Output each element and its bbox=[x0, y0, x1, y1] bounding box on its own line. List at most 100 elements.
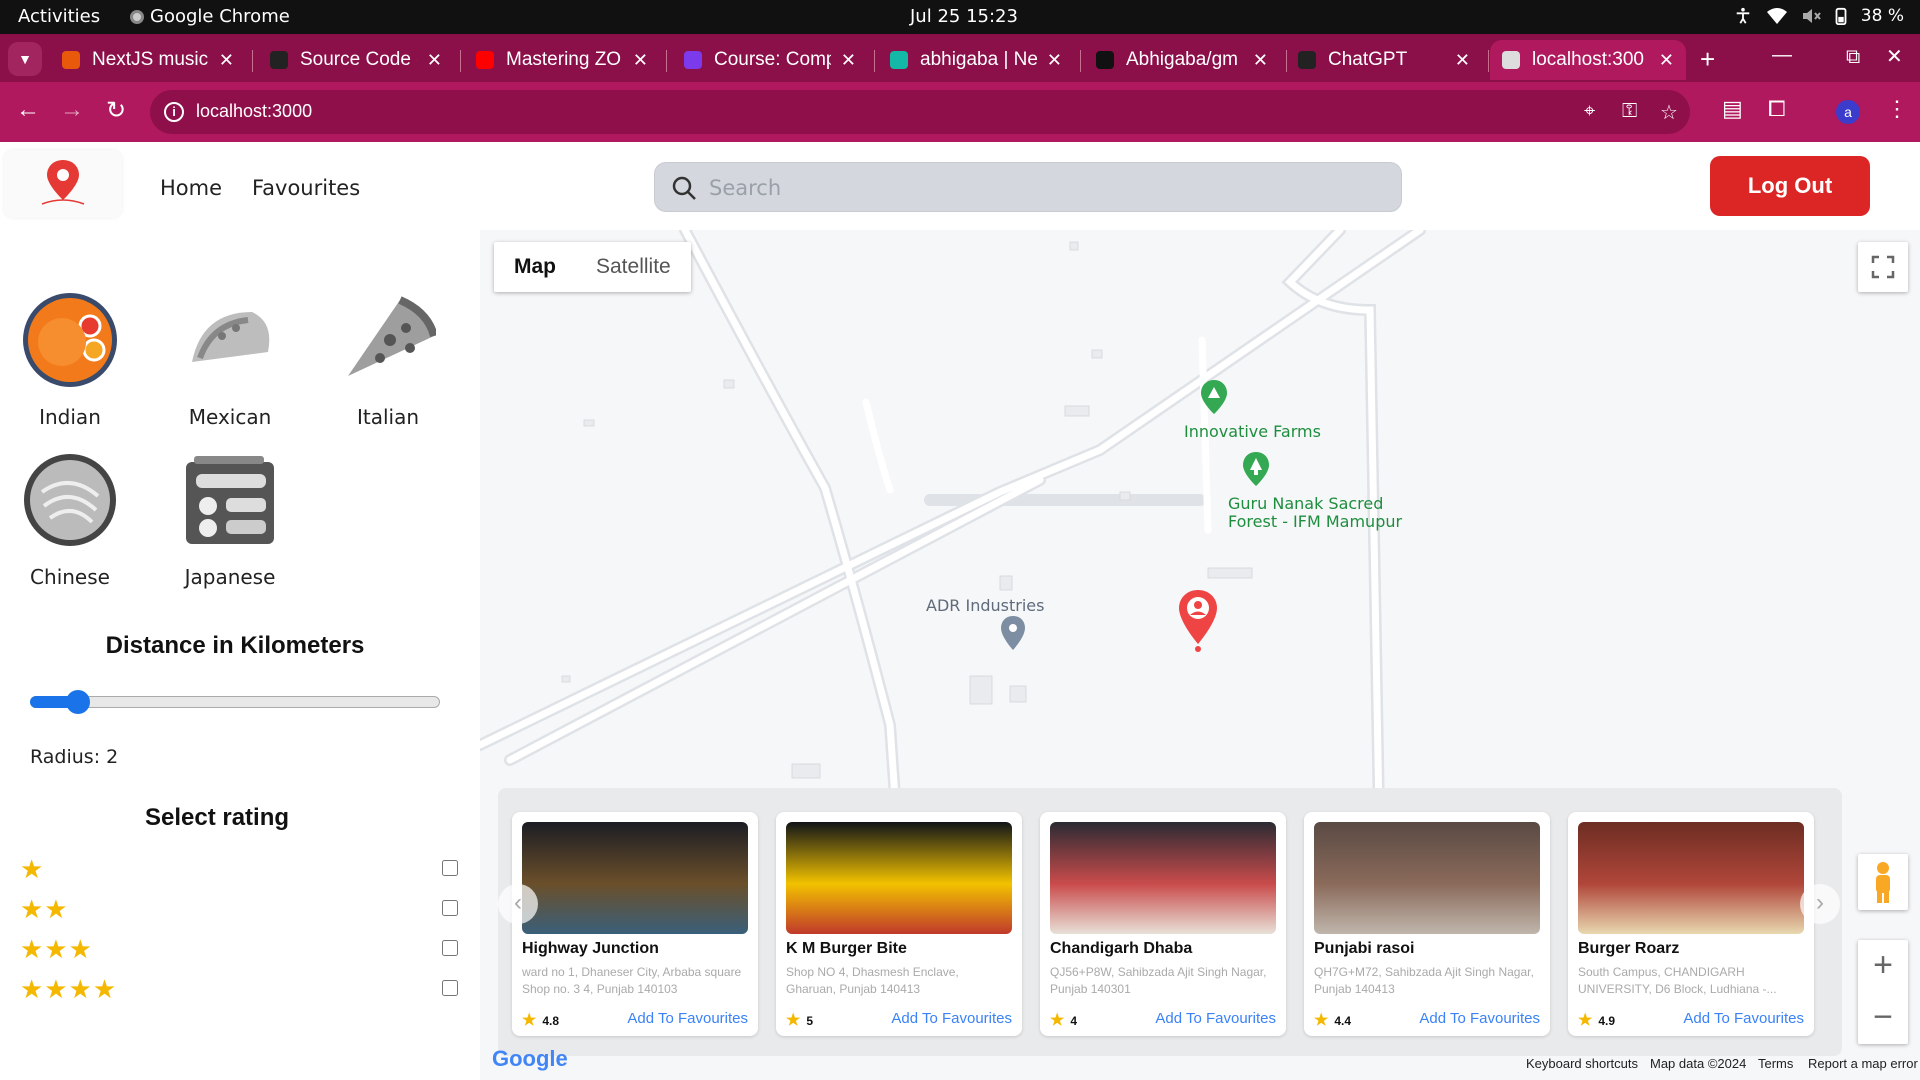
close-window-button[interactable]: ✕ bbox=[1886, 44, 1903, 69]
map-pin-logo-icon bbox=[41, 160, 85, 205]
zoom-control: + − bbox=[1858, 940, 1908, 1044]
keyboard-shortcuts-link[interactable]: Keyboard shortcuts bbox=[1526, 1056, 1638, 1071]
park-marker-icon[interactable] bbox=[1200, 380, 1228, 414]
app-menu[interactable]: Google Chrome bbox=[130, 6, 290, 27]
activities-button[interactable]: Activities bbox=[18, 6, 100, 27]
add-to-favourites-link[interactable]: Add To Favourites bbox=[891, 1010, 1012, 1027]
distance-slider-track[interactable] bbox=[30, 696, 440, 708]
site-info-icon[interactable]: i bbox=[164, 102, 184, 122]
browser-tab[interactable]: NextJS music ✕ bbox=[50, 40, 246, 80]
tab-close-icon[interactable]: ✕ bbox=[1047, 50, 1062, 71]
extensions-icon[interactable]: ⧠ bbox=[1768, 96, 1786, 122]
profile-avatar[interactable]: a bbox=[1836, 100, 1860, 124]
tab-close-icon[interactable]: ✕ bbox=[219, 50, 234, 71]
add-to-favourites-link[interactable]: Add To Favourites bbox=[1155, 1010, 1276, 1027]
tab-title: NextJS music bbox=[92, 49, 209, 70]
rating-checkbox-4[interactable] bbox=[442, 980, 458, 996]
poi-label-forest-line2[interactable]: Forest - IFM Mamupur bbox=[1228, 512, 1402, 531]
reload-button[interactable]: ↻ bbox=[100, 96, 132, 125]
tab-close-icon[interactable]: ✕ bbox=[841, 50, 856, 71]
category-chinese[interactable]: Chinese bbox=[0, 452, 140, 589]
browser-tab[interactable]: localhost:300 ✕ bbox=[1490, 40, 1686, 80]
restaurant-card[interactable]: Highway Junction ward no 1, Dhaneser City… bbox=[512, 812, 758, 1036]
system-tray[interactable]: 38 % bbox=[1733, 6, 1904, 26]
rating-option-3[interactable]: ★★★ bbox=[20, 934, 460, 964]
restaurant-address: ward no 1, Dhaneser City, Arbaba square … bbox=[522, 965, 742, 996]
browser-tab[interactable]: Source Code - ✕ bbox=[258, 40, 454, 80]
tab-favicon-icon bbox=[62, 51, 80, 69]
add-to-favourites-link[interactable]: Add To Favourites bbox=[1419, 1010, 1540, 1027]
reading-list-icon[interactable]: ▤ bbox=[1722, 96, 1743, 122]
search-input[interactable] bbox=[709, 171, 1369, 205]
bookmark-star-icon[interactable]: ☆ bbox=[1660, 100, 1678, 125]
restaurant-card[interactable]: K M Burger Bite Shop NO 4, Dhasmesh Encla… bbox=[776, 812, 1022, 1036]
toolbar: ← → ↻ i localhost:3000 ⌖ ⚿ ☆ ▤ ⧠ a ⋮ bbox=[0, 82, 1920, 142]
app-logo[interactable] bbox=[4, 150, 122, 218]
forward-button[interactable]: → bbox=[56, 96, 88, 124]
category-indian[interactable]: Indian bbox=[0, 292, 140, 429]
new-tab-button[interactable]: + bbox=[1700, 44, 1715, 75]
restaurant-card[interactable]: Punjabi rasoi QH7G+M72, Sahibzada Ajit Si… bbox=[1304, 812, 1550, 1036]
zoom-in-button[interactable]: + bbox=[1858, 940, 1908, 992]
tab-close-icon[interactable]: ✕ bbox=[427, 50, 442, 71]
zoom-out-button[interactable]: − bbox=[1858, 992, 1908, 1044]
carousel-next-button[interactable]: › bbox=[1800, 884, 1840, 924]
location-icon[interactable]: ⌖ bbox=[1584, 100, 1595, 123]
rating-checkbox-1[interactable] bbox=[442, 860, 458, 876]
category-mexican[interactable]: Mexican bbox=[160, 292, 300, 429]
tab-search-button[interactable]: ▼ bbox=[8, 42, 42, 76]
rating-option-1[interactable]: ★ bbox=[20, 854, 460, 884]
industry-marker-icon[interactable] bbox=[1000, 616, 1026, 650]
restaurant-card[interactable]: Burger Roarz South Campus, CHANDIGARH UNI… bbox=[1568, 812, 1814, 1036]
sushi-icon bbox=[186, 456, 274, 544]
restore-button[interactable]: ⧉ bbox=[1846, 46, 1860, 69]
category-japanese[interactable]: Japanese bbox=[160, 452, 300, 589]
restaurant-address: South Campus, CHANDIGARH UNIVERSITY, D6 … bbox=[1578, 965, 1777, 996]
rating-option-2[interactable]: ★★ bbox=[20, 894, 460, 924]
rating-option-4[interactable]: ★★★★ bbox=[20, 974, 460, 1004]
browser-tab[interactable]: Course: Comp ✕ bbox=[672, 40, 868, 80]
battery-percent: 38 % bbox=[1860, 6, 1904, 26]
map-type-map-button[interactable]: Map bbox=[494, 242, 576, 292]
terms-link[interactable]: Terms bbox=[1758, 1056, 1793, 1071]
tab-close-icon[interactable]: ✕ bbox=[633, 50, 648, 71]
browser-tab[interactable]: abhigaba | Ne ✕ bbox=[878, 40, 1074, 80]
fullscreen-icon bbox=[1871, 255, 1895, 279]
browser-tab[interactable]: ChatGPT ✕ bbox=[1286, 40, 1482, 80]
back-button[interactable]: ← bbox=[12, 96, 44, 124]
category-italian[interactable]: Italian bbox=[318, 292, 458, 429]
add-to-favourites-link[interactable]: Add To Favourites bbox=[1683, 1010, 1804, 1027]
poi-label-farms[interactable]: Innovative Farms bbox=[1184, 422, 1321, 441]
distance-slider-thumb[interactable] bbox=[66, 690, 90, 714]
nav-home[interactable]: Home bbox=[160, 176, 222, 200]
tab-title: Course: Comp bbox=[714, 49, 831, 70]
chrome-menu-icon[interactable]: ⋮ bbox=[1886, 96, 1908, 122]
clock[interactable]: Jul 25 15:23 bbox=[910, 6, 1018, 27]
street-view-pegman[interactable] bbox=[1858, 854, 1908, 910]
app-header: Home Favourites Log Out bbox=[0, 142, 1920, 230]
minimize-button[interactable]: — bbox=[1772, 44, 1792, 67]
carousel-prev-button[interactable]: ‹ bbox=[498, 884, 538, 924]
map-type-satellite-button[interactable]: Satellite bbox=[576, 242, 691, 292]
poi-label-industries[interactable]: ADR Industries bbox=[926, 596, 1044, 615]
google-map[interactable]: Map Satellite Innovative Farms Guru Nana… bbox=[480, 230, 1920, 1080]
rating-checkbox-3[interactable] bbox=[442, 940, 458, 956]
browser-tab[interactable]: Abhigaba/gm ✕ bbox=[1084, 40, 1280, 80]
tab-close-icon[interactable]: ✕ bbox=[1659, 50, 1674, 71]
restaurant-card[interactable]: Chandigarh Dhaba QJ56+P8W, Sahibzada Ajit… bbox=[1040, 812, 1286, 1036]
omnibox[interactable]: i localhost:3000 ⌖ ⚿ ☆ bbox=[150, 90, 1690, 134]
forest-marker-icon[interactable] bbox=[1242, 452, 1270, 486]
browser-tab[interactable]: Mastering ZO ✕ bbox=[464, 40, 660, 80]
key-icon[interactable]: ⚿ bbox=[1622, 100, 1637, 123]
nav-favourites[interactable]: Favourites bbox=[252, 176, 360, 200]
current-location-marker-icon[interactable] bbox=[1176, 588, 1220, 652]
restaurant-photo bbox=[1050, 822, 1276, 934]
rating-checkbox-2[interactable] bbox=[442, 900, 458, 916]
tab-close-icon[interactable]: ✕ bbox=[1253, 50, 1268, 71]
fullscreen-button[interactable] bbox=[1858, 242, 1908, 292]
add-to-favourites-link[interactable]: Add To Favourites bbox=[627, 1010, 748, 1027]
logout-button[interactable]: Log Out bbox=[1710, 156, 1870, 216]
poi-label-forest-line1[interactable]: Guru Nanak Sacred bbox=[1228, 494, 1383, 513]
report-map-error-link[interactable]: Report a map error bbox=[1808, 1056, 1918, 1071]
tab-close-icon[interactable]: ✕ bbox=[1455, 50, 1470, 71]
